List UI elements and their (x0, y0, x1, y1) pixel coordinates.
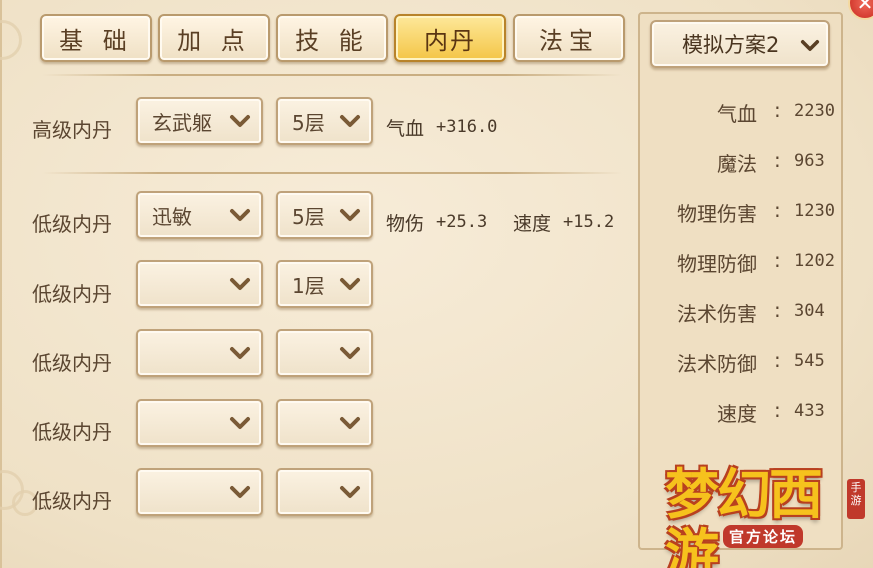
tab-skills[interactable]: 技 能 (276, 14, 388, 62)
attribute-separator: : (774, 248, 781, 272)
stat-value: +15.2 (563, 212, 615, 232)
attribute-name: 物理伤害 (677, 202, 757, 226)
attribute-name: 速度 (717, 402, 757, 426)
dropdown-value: 5层 (292, 110, 325, 135)
attribute-row: 速度 : 433 (652, 398, 837, 428)
neidan-level-dropdown[interactable]: 5层 (276, 191, 373, 239)
neidan-type-dropdown[interactable] (136, 329, 263, 377)
attribute-name: 魔法 (717, 152, 757, 176)
chevron-down-icon (800, 40, 820, 51)
attribute-value: 545 (794, 351, 825, 371)
attribute-row: 法术防御 : 545 (652, 348, 837, 378)
attribute-name: 法术伤害 (677, 302, 757, 326)
scheme-select-button[interactable]: 模拟方案2 (650, 20, 830, 68)
neidan-level-dropdown[interactable] (276, 399, 373, 447)
attribute-separator: : (774, 148, 781, 172)
attribute-value: 1230 (794, 201, 835, 221)
divider (42, 74, 622, 76)
tab-points[interactable]: 加 点 (158, 14, 270, 62)
chevron-down-icon (230, 347, 250, 359)
chevron-down-icon (340, 209, 360, 221)
attribute-name: 物理防御 (677, 252, 757, 276)
row-label: 高级内丹 (32, 118, 112, 142)
dropdown-value: 迅敏 (152, 204, 192, 229)
row-label: 低级内丹 (32, 489, 112, 513)
attribute-row: 魔法 : 963 (652, 148, 837, 178)
scheme-label: 模拟方案2 (682, 33, 780, 57)
attribute-value: 304 (794, 301, 825, 321)
stat-name: 速度 (513, 213, 552, 235)
chevron-down-icon (230, 209, 250, 221)
neidan-type-dropdown[interactable] (136, 468, 263, 516)
neidan-type-dropdown[interactable]: 迅敏 (136, 191, 263, 239)
neidan-level-dropdown[interactable] (276, 329, 373, 377)
attribute-value: 963 (794, 151, 825, 171)
row-label: 低级内丹 (32, 212, 112, 236)
attribute-value: 1202 (794, 251, 835, 271)
tab-fabao[interactable]: 法宝 (513, 14, 625, 62)
close-button[interactable]: ✕ (848, 0, 873, 20)
logo-tag: 手游 (847, 479, 865, 519)
dropdown-value: 1层 (292, 273, 325, 298)
neidan-type-dropdown[interactable] (136, 260, 263, 308)
row-label: 低级内丹 (32, 351, 112, 375)
stat-value: +25.3 (436, 212, 488, 232)
attribute-separator: : (774, 398, 781, 422)
neidan-level-dropdown[interactable]: 1层 (276, 260, 373, 308)
neidan-panel: 基 础 加 点 技 能 内丹 法宝 高级内丹 玄武躯 5层 气血 +316.0 … (0, 0, 873, 568)
neidan-level-dropdown[interactable]: 5层 (276, 97, 373, 145)
divider (42, 172, 622, 174)
tab-basic[interactable]: 基 础 (40, 14, 152, 62)
dropdown-value: 5层 (292, 204, 325, 229)
attribute-separator: : (774, 348, 781, 372)
stat-value: +316.0 (436, 117, 498, 137)
logo-title: 梦幻西游 (665, 463, 823, 568)
stat-name: 气血 (386, 118, 425, 140)
chevron-down-icon (230, 115, 250, 127)
attribute-row: 物理伤害 : 1230 (652, 198, 837, 228)
chevron-down-icon (230, 278, 250, 290)
attribute-row: 法术伤害 : 304 (652, 298, 837, 328)
chevron-down-icon (340, 115, 360, 127)
chevron-down-icon (230, 486, 250, 498)
attribute-separator: : (774, 198, 781, 222)
chevron-down-icon (230, 417, 250, 429)
logo-subtitle: 官方论坛 (723, 525, 804, 548)
chevron-down-icon (340, 486, 360, 498)
attribute-row: 气血 : 2230 (652, 98, 837, 128)
game-logo: 梦幻西游 手游 官方论坛 (657, 465, 867, 568)
row-label: 低级内丹 (32, 420, 112, 444)
attribute-separator: : (774, 298, 781, 322)
chevron-down-icon (340, 278, 360, 290)
cloud-decoration (0, 20, 22, 60)
chevron-down-icon (340, 347, 360, 359)
neidan-type-dropdown[interactable] (136, 399, 263, 447)
attribute-separator: : (774, 98, 781, 122)
attribute-value: 433 (794, 401, 825, 421)
attribute-name: 法术防御 (677, 352, 757, 376)
attribute-value: 2230 (794, 101, 835, 121)
close-icon: ✕ (856, 0, 873, 15)
chevron-down-icon (340, 417, 360, 429)
row-label: 低级内丹 (32, 282, 112, 306)
attribute-row: 物理防御 : 1202 (652, 248, 837, 278)
attribute-name: 气血 (717, 102, 757, 126)
neidan-type-dropdown[interactable]: 玄武躯 (136, 97, 263, 145)
dropdown-value: 玄武躯 (152, 110, 212, 135)
stat-name: 物伤 (386, 213, 425, 235)
neidan-level-dropdown[interactable] (276, 468, 373, 516)
tab-neidan[interactable]: 内丹 (394, 14, 506, 62)
